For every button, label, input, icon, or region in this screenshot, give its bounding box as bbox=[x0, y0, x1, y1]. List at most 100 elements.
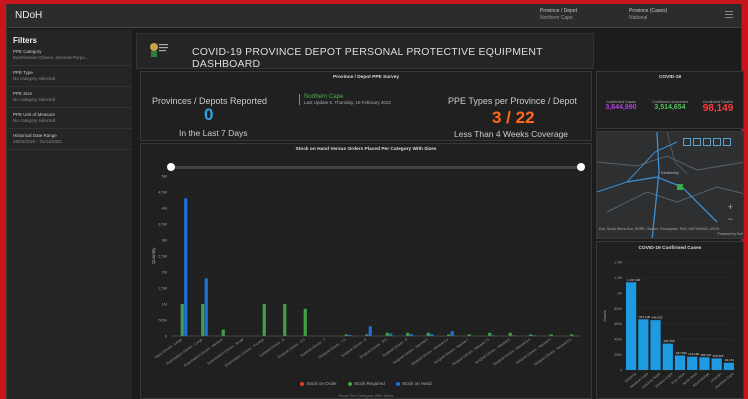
filter-item[interactable]: PPE Type No category selected bbox=[7, 66, 132, 87]
map-panel[interactable]: Kimberley + − Esri, South Africa Esri, H… bbox=[596, 131, 744, 239]
bar-stock-required[interactable] bbox=[283, 304, 287, 336]
x-tick-label: Surgical Gloves - Neutral 8.5 bbox=[492, 338, 531, 367]
bar-stock-required[interactable] bbox=[180, 304, 184, 336]
cases-chart-title: COVID-19 Confirmed Cases bbox=[638, 246, 702, 251]
ppe-survey-panel: Province / Depot PPE Survey Provinces / … bbox=[140, 71, 592, 141]
data-label: 342,159 bbox=[664, 339, 675, 343]
cases-bar[interactable] bbox=[650, 320, 661, 370]
map-search-icon[interactable] bbox=[683, 138, 691, 146]
x-tick-label: Surgical Gloves - Neutral 8 bbox=[474, 338, 511, 365]
map-place-label: Kimberley bbox=[661, 170, 679, 175]
data-label: 165,119 bbox=[700, 353, 711, 357]
covid-stats-panel: COVID-19 Confirmed Cases 3,644,990 Confi… bbox=[596, 71, 744, 129]
bar-stock-on-hand[interactable] bbox=[368, 326, 372, 336]
cases-bar[interactable] bbox=[662, 343, 673, 370]
y-axis-label: Cases bbox=[602, 310, 607, 321]
top-bar: NDoH Province / Depot Northern Cape Prov… bbox=[7, 4, 741, 28]
filter-value: No category selected bbox=[13, 76, 56, 81]
province-depot-selector[interactable]: Province / Depot Northern Cape bbox=[540, 8, 577, 22]
cases-bar[interactable] bbox=[723, 362, 734, 370]
survey-title: Province / Depot PPE Survey bbox=[332, 75, 400, 80]
data-label: 1,137,100 bbox=[627, 278, 641, 282]
y-tick-label: 800k bbox=[614, 307, 622, 311]
data-label: 646,033 bbox=[651, 316, 662, 320]
province-cases-selector[interactable]: Province (Cases) National bbox=[629, 8, 667, 22]
zoom-out-button[interactable]: − bbox=[728, 214, 733, 224]
y-tick-label: 5M bbox=[161, 174, 167, 179]
bar-stock-required[interactable] bbox=[488, 332, 492, 336]
map-marker[interactable] bbox=[677, 184, 683, 190]
dashboard-title: COVID-19 PROVINCE DEPOT PERSONAL PROTECT… bbox=[192, 46, 543, 70]
filter-value: 28/04/2020 - 31/12/2021 bbox=[13, 139, 63, 144]
y-tick-label: 2.5M bbox=[158, 254, 167, 259]
recoveries-value: 3,514,654 bbox=[654, 104, 686, 111]
map-layers-icon[interactable] bbox=[693, 138, 701, 146]
covid-title: COVID-19 bbox=[658, 75, 682, 80]
y-tick-label: 3.5M bbox=[158, 222, 167, 227]
filter-value: No category selected bbox=[13, 118, 56, 123]
x-tick-label: Surgical Gloves - Neutral 6 bbox=[392, 338, 429, 365]
cases-bar[interactable] bbox=[711, 358, 722, 370]
legend-stock-on-hand-label: Stock on Hand bbox=[402, 381, 432, 386]
app-title: NDoH bbox=[15, 10, 43, 21]
cases-bar[interactable] bbox=[699, 357, 710, 370]
bar-stock-required[interactable] bbox=[221, 329, 225, 336]
menu-icon[interactable] bbox=[725, 11, 733, 19]
stock-chart: 0500k1M1.5M2M2.5M3M3.5M4M4.5M5MQuantityA… bbox=[151, 174, 581, 368]
bar-stock-required[interactable] bbox=[262, 304, 266, 336]
y-axis-label: Quantity bbox=[151, 247, 156, 265]
legend-stock-on-order[interactable]: Stock on Order bbox=[300, 381, 337, 386]
filters-panel: Filters PPE Category Examination Gloves, … bbox=[7, 30, 132, 399]
cases-bar[interactable] bbox=[674, 355, 686, 370]
y-tick-label: 4M bbox=[161, 206, 167, 211]
depots-reported-value: 0 bbox=[204, 105, 214, 124]
bar-stock-required[interactable] bbox=[201, 304, 205, 336]
bar-stock-on-hand[interactable] bbox=[204, 278, 208, 336]
ppe-types-value: 3 / 22 bbox=[492, 108, 535, 127]
map-home-icon[interactable] bbox=[723, 138, 731, 146]
filters-heading: Filters bbox=[13, 36, 38, 45]
cases-bar[interactable] bbox=[626, 282, 637, 370]
province-cases-label: Province (Cases) bbox=[629, 8, 668, 14]
data-label: 172,148 bbox=[688, 352, 699, 356]
legend-stock-on-hand[interactable]: Stock on Hand bbox=[396, 381, 432, 386]
bar-stock-required[interactable] bbox=[508, 332, 512, 336]
filter-item[interactable]: PPE Category Examination Gloves, General … bbox=[7, 45, 132, 66]
data-label: 657,108 bbox=[639, 315, 650, 319]
bar-stock-on-hand[interactable] bbox=[389, 333, 393, 336]
bar-stock-required[interactable] bbox=[303, 308, 307, 336]
powered-by-esri[interactable]: Powered by Esri bbox=[718, 232, 743, 237]
bar-stock-on-hand[interactable] bbox=[450, 331, 454, 336]
ppe-types-label: PPE Types per Province / Depot bbox=[448, 96, 577, 106]
y-tick-label: 2M bbox=[161, 270, 167, 275]
deaths-stat: Confirmed Deaths 98,149 bbox=[694, 100, 742, 114]
bar-stock-required[interactable] bbox=[406, 332, 410, 336]
legend-stock-on-order-label: Stock on Order bbox=[306, 381, 337, 386]
cases-bar[interactable] bbox=[638, 319, 649, 370]
filter-item[interactable]: Historical Date Range 28/04/2020 - 31/12/… bbox=[7, 129, 132, 150]
y-tick-label: 1.2M bbox=[614, 276, 622, 280]
y-tick-label: 1.4M bbox=[614, 261, 622, 265]
map-canvas[interactable]: Kimberley bbox=[597, 132, 744, 239]
filter-item[interactable]: PPE Size No category selected bbox=[7, 87, 132, 108]
bar-stock-required[interactable] bbox=[385, 332, 389, 336]
legend-stock-required[interactable]: Stock Required bbox=[347, 381, 385, 386]
y-tick-label: 600k bbox=[614, 322, 622, 326]
map-basemap-icon[interactable] bbox=[703, 138, 711, 146]
y-tick-label: 4.5M bbox=[158, 190, 167, 195]
stock-chart-title: Stock on Hand Versus Orders Placed Per C… bbox=[295, 147, 437, 152]
filter-value: Examination Gloves, General Purpo... bbox=[13, 55, 89, 60]
cases-bar[interactable] bbox=[687, 356, 698, 370]
stock-chart-panel: Stock on Hand Versus Orders Placed Per C… bbox=[140, 143, 592, 399]
province-depot-value: Northern Cape bbox=[540, 15, 573, 21]
data-label: 150,065 bbox=[713, 354, 724, 358]
x-tick-label: Surgical Gloves - Neutral 6.5 bbox=[410, 338, 449, 367]
range-slider[interactable] bbox=[167, 163, 585, 171]
filter-item[interactable]: PPE Unit of Measure No category selected bbox=[7, 108, 132, 129]
zoom-in-button[interactable]: + bbox=[728, 202, 733, 212]
coat-of-arms-icon bbox=[150, 43, 168, 57]
covid-cases-panel: COVID-19 Confirmed Cases 0 200k 400k 600k 80… bbox=[596, 241, 744, 399]
map-legend-icon[interactable] bbox=[713, 138, 721, 146]
bar-stock-required[interactable] bbox=[426, 332, 430, 336]
bar-stock-on-hand[interactable] bbox=[184, 198, 188, 336]
